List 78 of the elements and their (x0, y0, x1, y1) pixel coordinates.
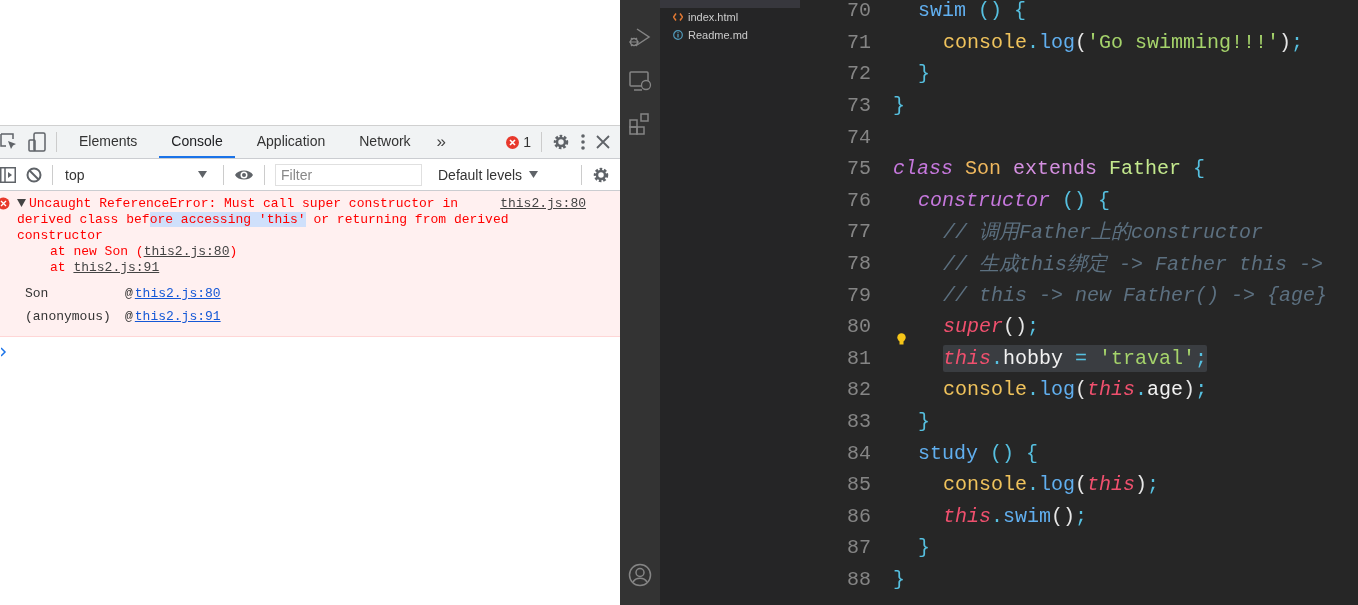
code-line: } (918, 62, 930, 86)
code-line: console.log('Go swimming!!!'); (943, 30, 1304, 54)
stack-text: ) (229, 244, 238, 259)
account-icon[interactable] (628, 563, 652, 587)
frame-name: Son (25, 285, 50, 303)
code-line: // 生成this绑定 -> Father this -> (943, 252, 1324, 278)
source-link[interactable]: this2.js:80 (134, 282, 221, 305)
line-number: 80 (846, 315, 871, 339)
file-item[interactable]: index.html (660, 8, 800, 26)
panel-tab[interactable]: Network (347, 126, 423, 158)
sidebar-toggle-icon[interactable] (0, 166, 16, 183)
close-icon[interactable] (596, 135, 610, 149)
settings-icon[interactable] (592, 165, 610, 184)
code-line: } (918, 410, 930, 433)
more-tabs-button[interactable]: » (432, 132, 451, 152)
code-line: console.log(this.age); (943, 378, 1208, 402)
line-number: 77 (846, 220, 871, 244)
source-link[interactable]: this2.js:91 (73, 260, 160, 275)
filter-field[interactable]: Filter (275, 163, 422, 186)
code-line: constructor () { (918, 188, 1111, 212)
stack-text: at new Son ( (50, 244, 144, 259)
clear-console-icon[interactable] (26, 166, 42, 183)
source-link[interactable]: this2.js:80 (143, 244, 230, 259)
line-number: 72 (846, 62, 871, 86)
code-line: this.swim(); (943, 504, 1088, 528)
prompt-chevron-icon[interactable] (1, 347, 7, 357)
frame-name: (anonymous) (25, 308, 112, 326)
device-icon[interactable] (28, 132, 46, 152)
line-number: 84 (846, 441, 871, 465)
dropdown-arrow-icon (529, 171, 539, 178)
line-number: 83 (846, 410, 871, 433)
error-icon (0, 197, 10, 210)
code-line: } (893, 94, 905, 118)
settings-icon[interactable] (552, 133, 570, 151)
remote-explorer-icon[interactable] (628, 69, 652, 93)
code-line: super(); (943, 315, 1040, 339)
at-sign: @ (125, 285, 133, 303)
more-options-icon[interactable] (580, 133, 586, 151)
line-number: 87 (846, 536, 871, 560)
code-line: } (893, 568, 905, 591)
inspect-icon[interactable] (0, 133, 18, 151)
levels-dropdown[interactable]: Default levels (432, 165, 545, 184)
line-number: 71 (846, 30, 871, 54)
line-number: 85 (846, 473, 871, 497)
panel-tab[interactable]: Elements (67, 126, 150, 158)
line-number: 76 (846, 188, 871, 212)
code-brackets-icon (673, 13, 683, 21)
line-number: 82 (846, 378, 871, 402)
context-dropdown[interactable]: top (63, 166, 213, 183)
line-number: 79 (846, 283, 871, 307)
line-number: 78 (846, 252, 871, 276)
source-link[interactable]: this2.js:80 (500, 196, 586, 212)
code-line: class Son extends Father { (893, 157, 1206, 181)
line-number: 75 (846, 157, 871, 181)
error-count-badge[interactable]: 1 (506, 134, 531, 150)
code-line: // 调用Father上的constructor (943, 220, 1264, 246)
code-line: swim () { (918, 0, 1027, 23)
line-number: 73 (846, 94, 871, 118)
info-icon (673, 30, 683, 40)
error-icon (506, 135, 520, 149)
line-number: 81 (846, 346, 871, 370)
code-line: console.log(this); (943, 473, 1160, 497)
line-number: 70 (846, 0, 871, 23)
panel-tab[interactable]: Application (244, 126, 338, 158)
dropdown-arrow-icon (198, 171, 207, 178)
expand-triangle-icon[interactable] (17, 199, 26, 207)
line-number: 88 (846, 568, 871, 591)
line-number: 74 (846, 125, 871, 149)
extensions-icon[interactable] (628, 112, 652, 136)
at-sign: @ (125, 308, 133, 326)
line-number: 86 (846, 504, 871, 528)
code-line: study () { (918, 441, 1039, 465)
code-line: } (918, 536, 930, 560)
stack-text: at (50, 260, 67, 275)
source-link[interactable]: this2.js:91 (134, 305, 221, 328)
code-line: // this -> new Father() -> {age} (943, 283, 1328, 307)
lightbulb-icon[interactable] (897, 332, 906, 345)
file-item[interactable]: Readme.md (660, 26, 800, 44)
